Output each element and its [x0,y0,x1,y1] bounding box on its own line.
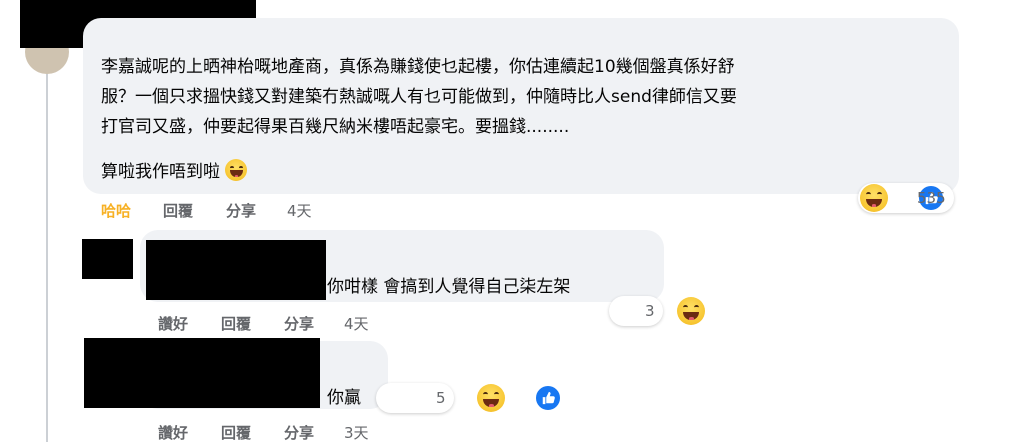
haha-reaction-icon [860,184,888,212]
thread-line [46,70,48,442]
reply-text: 你贏 [327,388,361,408]
like-button[interactable]: 讚好 [158,313,188,334]
reaction-count: 535 [917,189,946,207]
redacted-reply-name-avatar [84,338,320,408]
haha-reaction-icon [477,384,506,412]
reply-button[interactable]: 回覆 [221,422,251,443]
comment-text: 李嘉誠呢的上晒神枱嘅地產商，真係為賺錢使乜起樓，你估連續起10幾個盤真係好舒 服… [101,52,951,142]
reply-actions: 讚好 回覆 分享 3天 [0,422,400,442]
reply-time[interactable]: 3天 [344,422,369,443]
reply-text: 你咁樣 會搞到人覺得自己柒左架 [327,277,571,297]
like-button[interactable]: 讚好 [158,422,188,443]
redacted-reply-avatar[interactable] [82,239,133,279]
laughing-emoji-icon [225,159,248,181]
reply-time[interactable]: 4天 [344,313,369,334]
comment-time[interactable]: 4天 [287,200,312,221]
reply-actions: 讚好 回覆 分享 4天 [0,313,400,335]
reaction-summary[interactable] [609,296,663,326]
share-button[interactable]: 分享 [284,313,314,334]
haha-button[interactable]: 哈哈 [101,200,131,221]
comment-last-line-text: 算啦我作唔到啦 [101,162,220,182]
reaction-count: 5 [436,389,446,407]
comment-last-line: 算啦我作唔到啦 [101,157,248,187]
reply-button[interactable]: 回覆 [163,200,193,221]
reaction-count: 3 [645,302,655,320]
comment-line: 打官司又盛，仲要起得果百幾尺納米樓唔起豪宅。要搵錢........ [101,117,570,137]
comment-line: 李嘉誠呢的上晒神枱嘅地產商，真係為賺錢使乜起樓，你估連續起10幾個盤真係好舒 [101,57,735,77]
redacted-reply-name [146,240,326,300]
share-button[interactable]: 分享 [226,200,256,221]
reply-button[interactable]: 回覆 [221,313,251,334]
haha-reaction-icon [677,297,706,325]
like-reaction-icon [534,384,563,412]
comment-line: 服？一個只求搵快錢又對建築冇熱誠嘅人有乜可能做到，仲隨時比人send律師信又要 [101,87,737,107]
comment-actions: 哈哈 回覆 分享 4天 [0,200,400,222]
share-button[interactable]: 分享 [284,422,314,443]
